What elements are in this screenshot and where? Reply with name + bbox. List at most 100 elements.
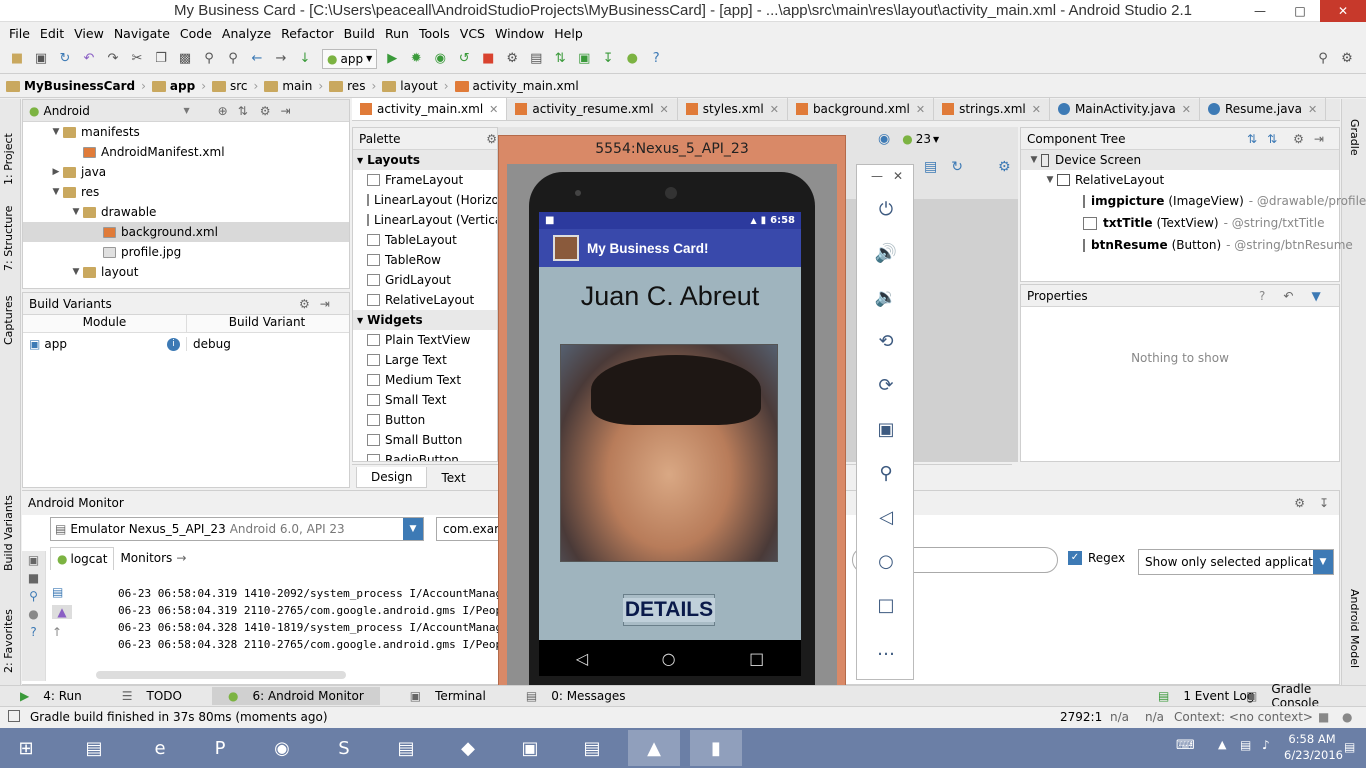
volume-down-icon[interactable]: 🔉 [857,287,915,308]
project-view-select[interactable]: ● Android ▼ ⊕ ⇅ ⚙ ⇥ [23,100,349,122]
clock[interactable]: 6:58 AM 6/23/2016 [1284,731,1343,763]
tool-captures[interactable]: Captures [2,285,15,345]
gear-icon[interactable]: ⚙ [1293,132,1304,146]
camera-icon[interactable]: ▣ [857,419,915,440]
palette-item[interactable]: RadioButton [353,450,497,461]
zoom-icon[interactable]: ⚲ [857,463,915,484]
paste-icon[interactable]: ▩ [174,48,196,70]
tab-logcat[interactable]: ● logcat [50,546,115,570]
home-icon[interactable]: ○ [662,649,676,668]
caret-position[interactable]: 2792:1 [1060,710,1102,724]
menu-build[interactable]: Build [344,26,375,41]
recents-icon[interactable]: □ [749,649,764,668]
context[interactable]: Context: <no context> [1174,710,1313,724]
gear-icon[interactable]: ⚙ [486,132,497,146]
breadcrumb-item[interactable]: layout › [382,79,449,93]
variant-value[interactable]: debug [187,337,231,351]
sdk-download-icon[interactable]: ↧ [597,48,619,70]
tool-messages[interactable]: ▤ 0: Messages [516,689,636,703]
replace-icon[interactable]: ⚲ [222,48,244,70]
lock-icon[interactable]: ■ [1318,710,1329,724]
filter-select[interactable]: Show only selected application ▼ [1138,549,1334,575]
tree-item[interactable]: background.xml [23,222,349,242]
close-tab-icon[interactable]: ✕ [1308,103,1317,116]
breadcrumb-item[interactable]: app › [151,79,206,93]
tool-build-variants[interactable]: Build Variants [2,481,15,571]
tree-item[interactable]: ▼ manifests [23,122,349,142]
component-item[interactable]: txtTitle (TextView) - @string/txtTitle [1021,212,1339,234]
android-device-monitor-icon[interactable]: ● [621,48,643,70]
speaker-icon[interactable]: ♪ [1262,738,1270,752]
hide-icon[interactable]: ⇥ [1314,132,1324,146]
palette-item[interactable]: Small Text [353,390,497,410]
palette-item[interactable]: Plain TextView [353,330,497,350]
horizontal-scrollbar[interactable] [96,671,346,679]
terminal-icon[interactable]: ▣ [504,730,556,766]
find-icon[interactable]: ⚲ [198,48,220,70]
tab-background[interactable]: background.xml ✕ [788,98,935,120]
target-icon[interactable]: ⊕ [218,104,228,118]
filter-icon[interactable]: ▼ [1311,289,1320,303]
tool-terminal[interactable]: ▣ Terminal [400,689,496,703]
menu-window[interactable]: Window [495,26,544,41]
start-icon[interactable]: ⊞ [0,730,52,766]
process-select[interactable]: com.exam [436,517,506,541]
hide-icon[interactable]: ⇥ [320,297,330,311]
keyboard-icon[interactable]: ⌨ [1176,738,1195,753]
close-tab-icon[interactable]: ✕ [770,103,779,116]
expand-all-icon[interactable]: ⇅ [1247,132,1257,146]
palette-item[interactable]: RelativeLayout [353,290,497,310]
rotate-left-icon[interactable]: ⟲ [857,331,915,352]
emulator-icon[interactable]: ▮ [690,730,742,766]
palette-item[interactable]: TableRow [353,250,497,270]
debug-icon[interactable]: ✹ [405,48,427,70]
rotate-right-icon[interactable]: ⟳ [857,375,915,396]
gear-icon[interactable]: ⚙ [1294,496,1305,510]
breadcrumb-item[interactable]: activity_main.xml [454,79,579,93]
tool-structure[interactable]: 7: Structure [2,191,15,271]
menu-navigate[interactable]: Navigate [114,26,170,41]
palette-item[interactable]: FrameLayout [353,170,497,190]
record-icon[interactable]: ■ [22,571,45,585]
avd-manager-icon[interactable]: ▣ [573,48,595,70]
reset-icon[interactable]: ↶ [1283,289,1293,303]
menu-file[interactable]: File [9,26,30,41]
network-icon[interactable]: ▤ [1240,738,1251,752]
help-icon[interactable]: ? [1259,289,1265,303]
back-icon[interactable]: ◁ [576,649,588,668]
powerpoint-icon[interactable]: P [194,730,246,766]
palette-item[interactable]: LinearLayout (Horizon [353,190,497,210]
tab-styles[interactable]: styles.xml ✕ [678,98,788,120]
overview-icon[interactable]: □ [857,595,915,616]
minimize-button[interactable]: — [1240,0,1280,22]
back-icon[interactable]: ◁ [857,507,915,528]
make-project-icon[interactable]: ↓ [294,48,316,70]
close-tab-icon[interactable]: ✕ [660,103,669,116]
api-level[interactable]: 23 [916,132,931,146]
tree-item[interactable]: profile.jpg [23,242,349,262]
line-separator[interactable]: n/a [1110,710,1129,724]
component-item[interactable]: imgpicture (ImageView) - @drawable/profile [1021,190,1366,212]
menu-tools[interactable]: Tools [419,26,450,41]
collapse-icon[interactable]: ⇅ [238,104,248,118]
tool-gradle[interactable]: Gradle [1348,119,1361,156]
power-icon[interactable]: ⏻ [857,199,915,220]
gear-icon[interactable]: ⚙ [260,104,271,118]
run-icon[interactable]: ▶ [381,48,403,70]
tree-device-screen[interactable]: ▼ Device Screen [1021,150,1339,170]
minimize-icon[interactable]: — [871,169,883,183]
palette-item[interactable]: LinearLayout (Vertical [353,210,497,230]
tool-android-monitor[interactable]: ● 6: Android Monitor [211,687,380,705]
skype-icon[interactable]: S [318,730,370,766]
maximize-button[interactable]: □ [1280,0,1320,22]
close-icon[interactable]: ✕ [893,169,903,183]
tree-item[interactable]: ▼ layout [23,262,349,282]
breadcrumb-item[interactable]: main › [264,79,323,93]
palette-item[interactable]: Small Button [353,430,497,450]
details-button[interactable]: DETAILS [622,594,716,626]
chrome-icon[interactable]: ◉ [256,730,308,766]
menu-code[interactable]: Code [180,26,212,41]
tool-project[interactable]: 1: Project [2,105,15,185]
status-icon[interactable] [8,710,20,722]
internet-explorer-icon[interactable]: e [134,730,186,766]
